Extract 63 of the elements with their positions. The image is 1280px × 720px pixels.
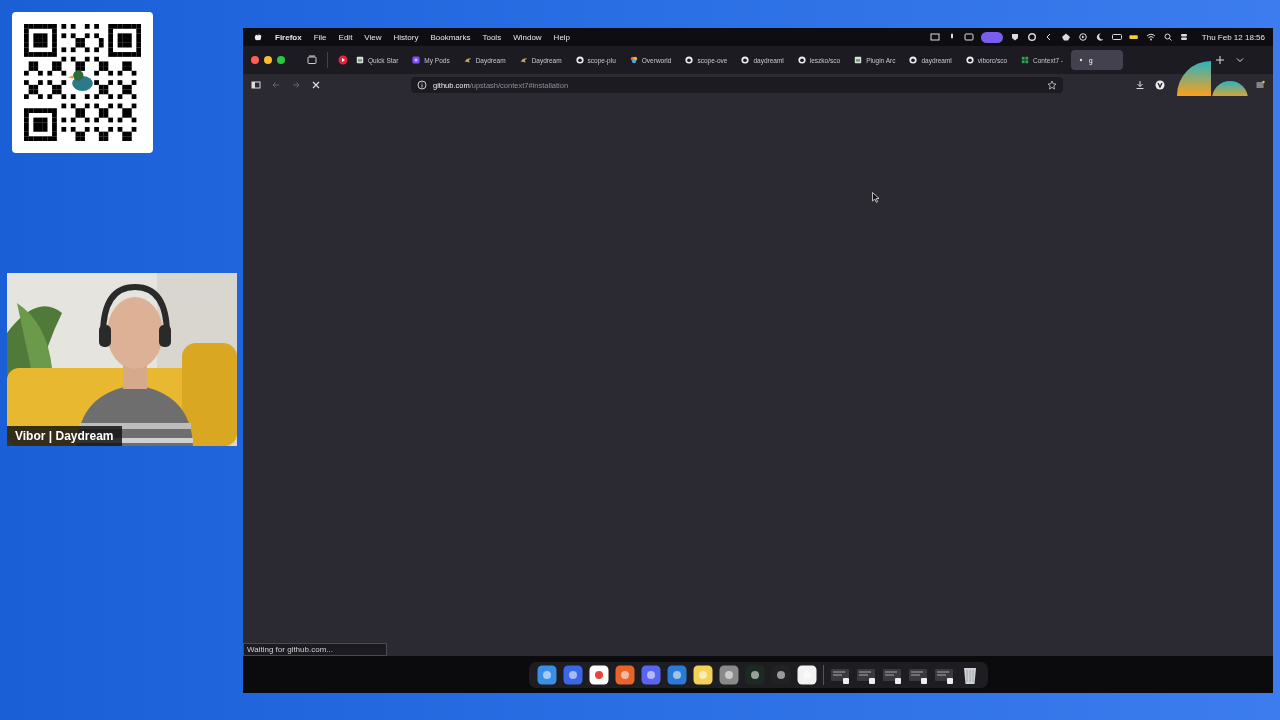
page-icon: [356, 56, 364, 64]
calculator-icon[interactable]: [718, 664, 739, 685]
menu-item[interactable]: Help: [553, 32, 571, 42]
star-icon[interactable]: [1047, 80, 1057, 90]
menu-item[interactable]: View: [364, 32, 382, 42]
info-icon[interactable]: [417, 80, 427, 90]
play-icon[interactable]: [1077, 33, 1088, 41]
circle-icon[interactable]: [1026, 33, 1037, 41]
pointer-icon: [872, 192, 880, 203]
search-icon[interactable]: [1162, 33, 1173, 41]
sidebar-icon[interactable]: [251, 80, 261, 90]
keyboard-icon[interactable]: [1111, 33, 1122, 41]
forward-arrow-icon[interactable]: [291, 80, 301, 90]
chevron-down-icon[interactable]: [1235, 55, 1245, 65]
screen-icon[interactable]: [929, 33, 940, 41]
github-icon: [909, 56, 918, 64]
moon-icon[interactable]: [1094, 33, 1105, 41]
menu-item[interactable]: Tools: [482, 32, 502, 42]
github-icon: [965, 56, 974, 64]
apple-icon: [253, 33, 263, 41]
code-editor-icon[interactable]: [666, 664, 687, 685]
camera-indicator[interactable]: [980, 31, 1003, 43]
grid-icon: [1021, 56, 1030, 64]
window-icon[interactable]: [963, 33, 974, 41]
wifi-icon[interactable]: [1145, 33, 1156, 41]
record-icon[interactable]: [338, 55, 348, 65]
notes-icon[interactable]: [692, 664, 713, 685]
status-text: Waiting for github.com...: [243, 643, 387, 656]
activity-monitor-icon[interactable]: [744, 664, 765, 685]
control-center-icon[interactable]: [1179, 33, 1190, 41]
browser-icon[interactable]: [588, 664, 609, 685]
game-controller-icon[interactable]: [640, 664, 661, 685]
battery-icon[interactable]: [1128, 33, 1139, 41]
menu-item[interactable]: Bookmarks: [430, 32, 471, 42]
bird-icon: [519, 56, 528, 64]
github-icon: [741, 56, 750, 64]
menu-item[interactable]: History: [393, 32, 419, 42]
tab-list-icon[interactable]: [307, 55, 317, 65]
shield-icon[interactable]: [1009, 33, 1020, 41]
download-icon[interactable]: [1135, 80, 1145, 90]
clock[interactable]: Thu Feb 12 18:56: [1201, 32, 1265, 42]
back-arrow-icon[interactable]: [271, 80, 281, 90]
menu-item[interactable]: Firefox: [275, 32, 302, 42]
name-caption: Vibor | Daydream: [7, 426, 122, 446]
menu-icon[interactable]: [1255, 80, 1265, 90]
square-icon: [412, 56, 421, 64]
page-icon: [854, 56, 863, 64]
plus-icon[interactable]: [1215, 55, 1225, 65]
fox-icon[interactable]: [614, 664, 635, 685]
finder-icon[interactable]: [536, 664, 557, 685]
github-icon: [575, 56, 584, 64]
menu-item[interactable]: Edit: [338, 32, 353, 42]
github-icon: [685, 56, 694, 64]
extension-badge-icon[interactable]: [1155, 80, 1165, 90]
chat-bubble-icon[interactable]: [562, 664, 583, 685]
menu-item[interactable]: Window: [513, 32, 542, 42]
window-controls[interactable]: [251, 56, 285, 64]
menu-item[interactable]: File: [313, 32, 327, 42]
github-icon: [797, 56, 806, 64]
document-icon[interactable]: [796, 664, 817, 685]
stop-icon[interactable]: [311, 80, 321, 90]
flower-icon: [629, 56, 638, 64]
bird-icon: [463, 56, 472, 64]
